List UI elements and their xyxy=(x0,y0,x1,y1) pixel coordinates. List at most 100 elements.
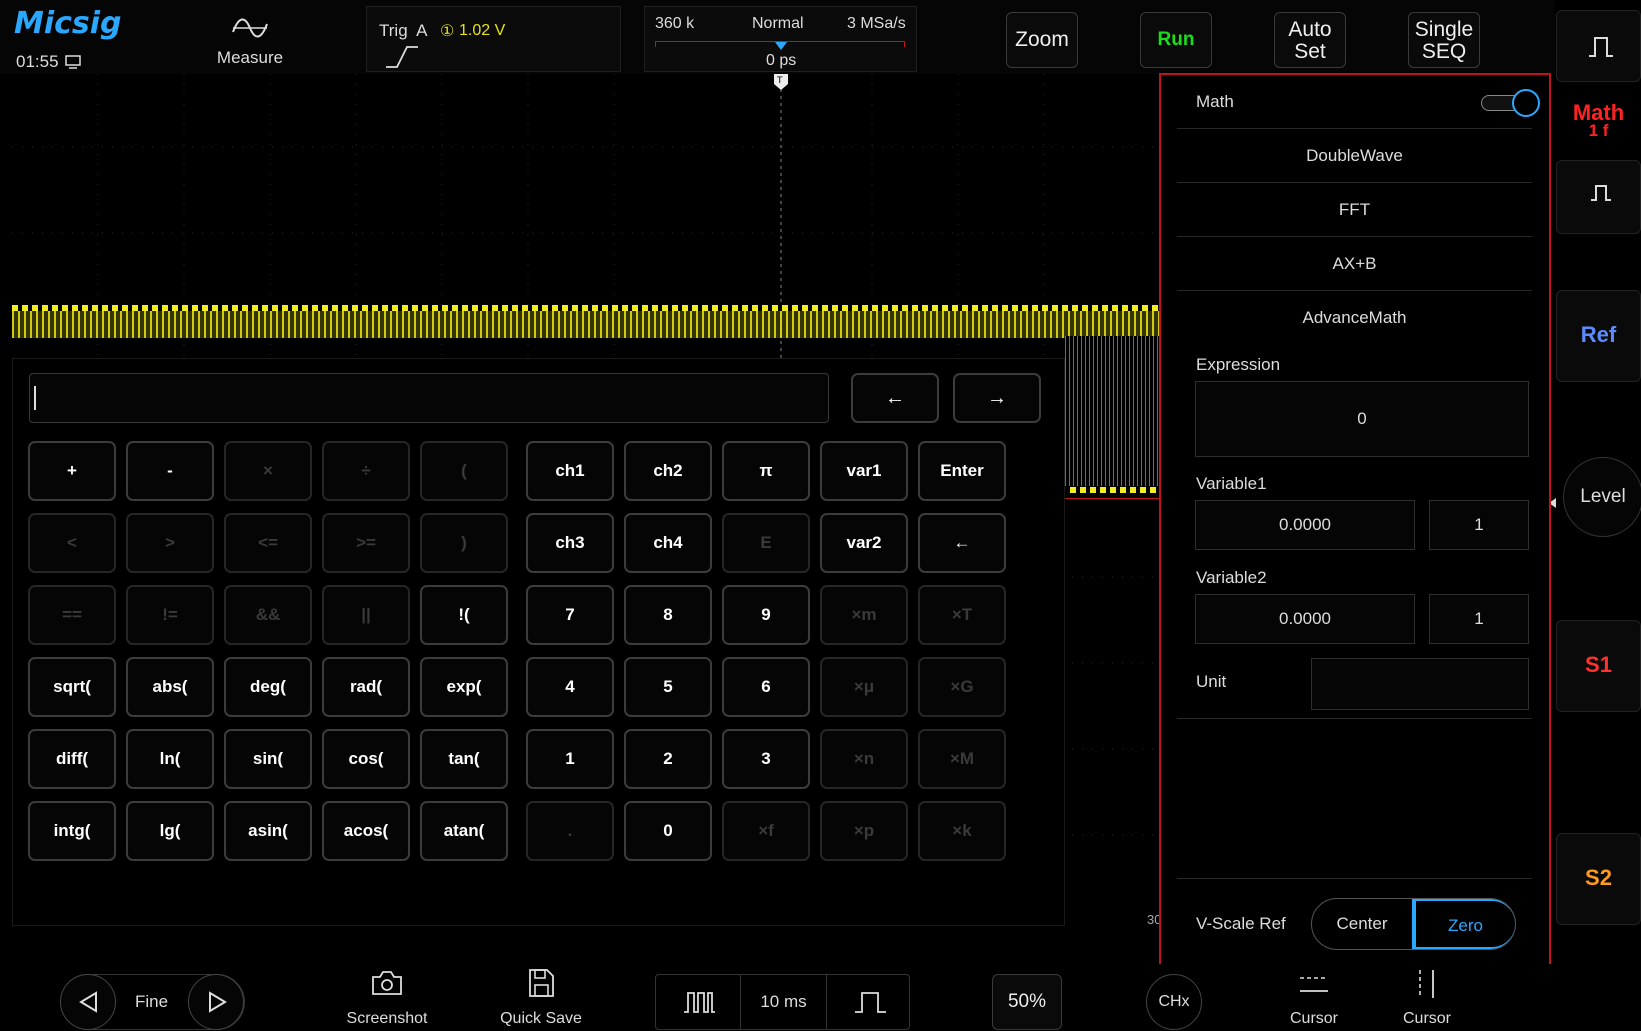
key-5-4[interactable]: atan( xyxy=(420,801,508,861)
expression-input[interactable] xyxy=(29,373,829,423)
cursor-left-button[interactable]: ← xyxy=(851,373,939,423)
key-0-6[interactable]: ch2 xyxy=(624,441,712,501)
key-3-6[interactable]: 5 xyxy=(624,657,712,717)
horizontal-cursor-icon xyxy=(1298,974,1330,1001)
key-2-7[interactable]: 9 xyxy=(722,585,810,645)
vscale-zero-button[interactable]: Zero xyxy=(1414,899,1515,949)
fine-left-button[interactable] xyxy=(60,974,116,1030)
math-side-button[interactable]: Math 1 f xyxy=(1556,86,1641,156)
key-1-4: ) xyxy=(420,513,508,573)
key-3-2[interactable]: deg( xyxy=(224,657,312,717)
key-1-6[interactable]: ch4 xyxy=(624,513,712,573)
key-label: lg( xyxy=(159,821,181,840)
key-3-4[interactable]: exp( xyxy=(420,657,508,717)
key-label: 3 xyxy=(761,749,771,768)
horizontal-cursor-button[interactable]: Cursor xyxy=(1269,964,1359,1031)
math-item-advancemath[interactable]: AdvanceMath xyxy=(1177,291,1532,345)
quick-save-button[interactable]: Quick Save xyxy=(486,964,596,1031)
key-5-3[interactable]: acos( xyxy=(322,801,410,861)
key-label: . xyxy=(567,821,573,840)
variable2-value-field[interactable]: 0.0000 xyxy=(1195,594,1415,644)
key-2-6[interactable]: 8 xyxy=(624,585,712,645)
key-4-2[interactable]: sin( xyxy=(224,729,312,789)
fine-right-button[interactable] xyxy=(188,974,244,1030)
key-2-4[interactable]: !( xyxy=(420,585,508,645)
key-0-7[interactable]: π xyxy=(722,441,810,501)
key-1-5[interactable]: ch3 xyxy=(526,513,614,573)
key-5-1[interactable]: lg( xyxy=(126,801,214,861)
math-item-doublewave[interactable]: DoubleWave xyxy=(1177,129,1532,183)
math-item-axb[interactable]: AX+B xyxy=(1177,237,1532,291)
key-label: asin( xyxy=(248,821,288,840)
s1-button[interactable]: S1 xyxy=(1556,620,1641,712)
key-5-2[interactable]: asin( xyxy=(224,801,312,861)
vertical-cursor-button[interactable]: Cursor xyxy=(1382,964,1472,1031)
rising-edge-icon xyxy=(385,45,419,74)
screenshot-button[interactable]: Screenshot xyxy=(332,964,442,1031)
key-4-6[interactable]: 2 xyxy=(624,729,712,789)
key-5-0[interactable]: intg( xyxy=(28,801,116,861)
key-4-1[interactable]: ln( xyxy=(126,729,214,789)
timebase-expand-button[interactable] xyxy=(826,975,910,1029)
key-5-8: ×p xyxy=(820,801,908,861)
key-label: diff( xyxy=(55,749,89,768)
math-item-label: DoubleWave xyxy=(1306,146,1403,165)
level-knob-button[interactable]: Level xyxy=(1563,457,1641,537)
key-3-0[interactable]: sqrt( xyxy=(28,657,116,717)
key-label: × xyxy=(263,461,273,480)
key-label: !( xyxy=(458,605,470,624)
single-seq-button[interactable]: Single SEQ xyxy=(1408,12,1480,68)
key-0-8[interactable]: var1 xyxy=(820,441,908,501)
key-3-5[interactable]: 4 xyxy=(526,657,614,717)
timebase-compress-button[interactable] xyxy=(656,975,741,1029)
variable2-multiplier-field[interactable]: 1 xyxy=(1429,594,1529,644)
key-4-0[interactable]: diff( xyxy=(28,729,116,789)
key-0-0[interactable]: + xyxy=(28,441,116,501)
key-label: 4 xyxy=(565,677,575,696)
ref-button[interactable]: Ref xyxy=(1556,290,1641,382)
key-5-6[interactable]: 0 xyxy=(624,801,712,861)
key-4-4[interactable]: tan( xyxy=(420,729,508,789)
autoset-button[interactable]: Auto Set xyxy=(1274,12,1346,68)
key-1-8[interactable]: var2 xyxy=(820,513,908,573)
cursor-left-label: ← xyxy=(885,387,905,409)
math-item-fft[interactable]: FFT xyxy=(1177,183,1532,237)
measure-button[interactable]: Measure xyxy=(205,8,295,70)
key-label: rad( xyxy=(349,677,383,696)
key-4-7[interactable]: 3 xyxy=(722,729,810,789)
key-1-9[interactable]: ← xyxy=(918,513,1006,573)
variable2-value: 0.0000 xyxy=(1279,609,1331,628)
s2-button[interactable]: S2 xyxy=(1556,833,1641,925)
variable1-multiplier-field[interactable]: 1 xyxy=(1429,500,1529,550)
key-3-1[interactable]: abs( xyxy=(126,657,214,717)
key-0-4: ( xyxy=(420,441,508,501)
key-4-3[interactable]: cos( xyxy=(322,729,410,789)
channel-pulse-button-top[interactable] xyxy=(1556,10,1641,82)
key-label: 1 xyxy=(565,749,575,768)
key-0-9[interactable]: Enter xyxy=(918,441,1006,501)
expression-field[interactable]: 0 xyxy=(1195,381,1529,457)
run-button[interactable]: Run xyxy=(1140,12,1212,68)
key-0-1[interactable]: - xyxy=(126,441,214,501)
key-3-3[interactable]: rad( xyxy=(322,657,410,717)
variable1-value-field[interactable]: 0.0000 xyxy=(1195,500,1415,550)
key-3-7[interactable]: 6 xyxy=(722,657,810,717)
channel-pulse-button-second[interactable] xyxy=(1556,160,1641,234)
math-toggle-switch[interactable] xyxy=(1481,89,1541,117)
key-0-5[interactable]: ch1 xyxy=(526,441,614,501)
unit-field[interactable] xyxy=(1311,658,1529,710)
cursor-right-button[interactable]: → xyxy=(953,373,1041,423)
zoom-button[interactable]: Zoom xyxy=(1006,12,1078,68)
key-4-5[interactable]: 1 xyxy=(526,729,614,789)
key-2-2: && xyxy=(224,585,312,645)
chx-button[interactable]: CHx xyxy=(1146,974,1202,1030)
key-label: ch1 xyxy=(555,461,585,480)
trigger-info[interactable]: Trig A ① 1.02 V xyxy=(366,6,621,72)
key-3-8: ×μ xyxy=(820,657,908,717)
pulse-icon xyxy=(1587,35,1615,64)
acquisition-info[interactable]: 360 k Normal 3 MSa/s 0 ps xyxy=(644,6,917,72)
key-2-5[interactable]: 7 xyxy=(526,585,614,645)
trigger-50-percent-button[interactable]: 50% xyxy=(992,974,1062,1030)
vscale-center-button[interactable]: Center xyxy=(1312,899,1414,949)
percent-label: 50% xyxy=(1007,991,1047,1012)
